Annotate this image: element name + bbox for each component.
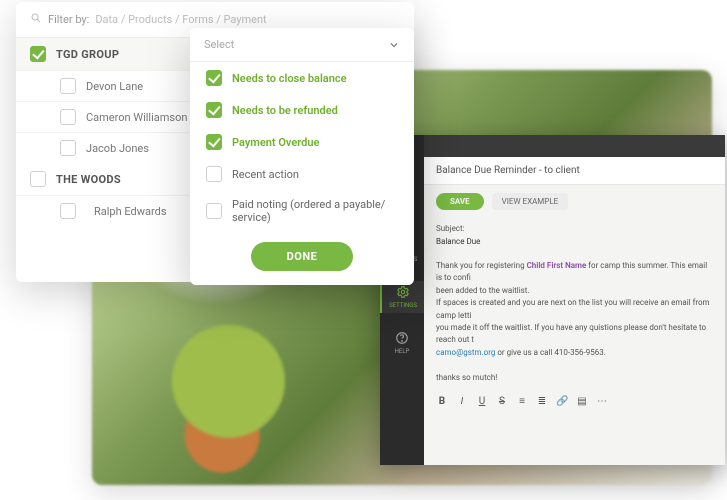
filter-hint: Data / Products / Forms / Payment (95, 13, 266, 26)
save-button[interactable]: SAVE (436, 193, 484, 210)
checkbox-icon[interactable] (60, 203, 76, 219)
email-body[interactable]: Thank you for registering Child First Na… (424, 256, 725, 388)
group-name: TGD GROUP (56, 48, 119, 61)
italic-icon[interactable]: I (456, 396, 468, 407)
rich-text-toolbar: B I U S ≡ ≣ 🔗 ▤ ⋯ (424, 388, 725, 415)
checkbox-icon[interactable] (30, 46, 46, 62)
group-name: THE WOODS (56, 173, 121, 186)
bold-icon[interactable]: B (436, 396, 448, 407)
editor-main: Balance Due Reminder - to client SAVE VI… (424, 135, 725, 465)
email-link[interactable]: camo@gstm.org (436, 348, 495, 357)
dropdown-option[interactable]: Needs to be refunded (190, 94, 414, 126)
ol-icon[interactable]: ≡ (516, 396, 528, 407)
editor-title: Balance Due Reminder - to client (424, 157, 725, 185)
help-icon (395, 331, 409, 345)
checkbox-icon[interactable] (60, 140, 76, 156)
checkbox-icon[interactable] (206, 166, 222, 182)
checkbox-icon[interactable] (206, 134, 222, 150)
checkbox-icon[interactable] (206, 203, 222, 219)
filter-dropdown: Select Needs to close balance Needs to b… (190, 28, 414, 285)
editor-topbar (424, 135, 725, 157)
more-icon[interactable]: ⋯ (596, 396, 608, 407)
checkbox-icon[interactable] (206, 70, 222, 86)
person-name: Cameron Williamson (86, 111, 187, 124)
person-name: Ralph Edwards (94, 205, 174, 218)
checkbox-icon[interactable] (30, 171, 46, 187)
sidebar-item-settings[interactable]: SETTINGS (380, 281, 424, 313)
email-editor-panel: USERS PAYMENTS SETTINGS HELP Balance Due… (380, 135, 725, 465)
strike-icon[interactable]: S (496, 396, 508, 407)
checkbox-icon[interactable] (206, 102, 222, 118)
underline-icon[interactable]: U (476, 396, 488, 407)
search-icon (30, 12, 42, 27)
gear-icon (396, 285, 410, 299)
view-example-button[interactable]: VIEW EXAMPLE (492, 193, 569, 210)
sidebar-label: SETTINGS (389, 302, 417, 309)
dropdown-option[interactable]: Recent action (190, 158, 414, 190)
filter-prefix: Filter by: (48, 13, 89, 26)
dropdown-option[interactable]: Paid noting (ordered a payable/ service) (190, 190, 414, 232)
dropdown-select[interactable]: Select (190, 28, 414, 62)
image-icon[interactable]: ▤ (576, 396, 588, 407)
merge-token: Child First Name (527, 261, 587, 270)
checkbox-icon[interactable] (60, 78, 76, 94)
dropdown-select-label: Select (204, 38, 234, 51)
chevron-down-icon (388, 39, 400, 51)
subject-value[interactable]: Balance Due (424, 235, 725, 256)
option-label: Recent action (232, 168, 299, 181)
link-icon[interactable]: 🔗 (556, 396, 568, 407)
done-button[interactable]: DONE (251, 242, 354, 271)
sidebar-label: HELP (395, 348, 410, 355)
option-label: Paid noting (ordered a payable/ service) (232, 198, 398, 224)
checkbox-icon[interactable] (60, 109, 76, 125)
person-name: Jacob Jones (86, 142, 149, 155)
ul-icon[interactable]: ≣ (536, 396, 548, 407)
dropdown-option[interactable]: Payment Overdue (190, 126, 414, 158)
person-name: Devon Lane (86, 80, 143, 93)
option-label: Needs to be refunded (232, 104, 338, 117)
option-label: Payment Overdue (232, 136, 319, 149)
dropdown-option[interactable]: Needs to close balance (190, 62, 414, 94)
option-label: Needs to close balance (232, 72, 347, 85)
sidebar-item-help[interactable]: HELP (380, 327, 424, 359)
subject-label: Subject: (424, 218, 725, 235)
